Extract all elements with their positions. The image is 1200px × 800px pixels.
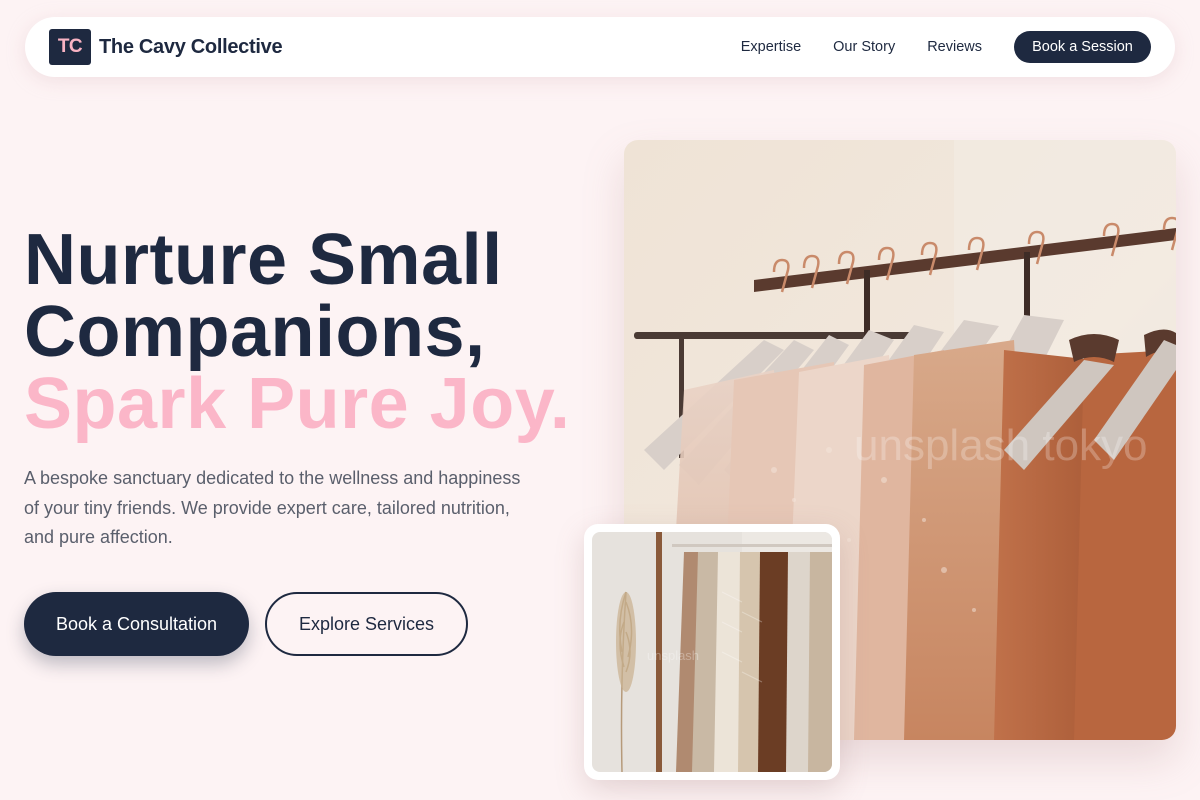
brand-logo: TC [49,29,91,65]
hero-title: Nurture Small Companions, Spark Pure Joy… [24,224,570,440]
explore-services-button[interactable]: Explore Services [265,592,468,656]
nav-link-our-story[interactable]: Our Story [833,39,895,55]
inset-image-wardrobe: unsplash [592,532,832,772]
wardrobe-photo: unsplash [592,532,832,772]
nav-link-reviews[interactable]: Reviews [927,39,982,55]
book-consultation-button[interactable]: Book a Consultation [24,592,249,656]
top-navbar: TC The Cavy Collective Expertise Our Sto… [25,17,1175,77]
inset-image-watermark: unsplash [647,648,699,663]
hero-title-accent: Spark Pure Joy. [24,364,571,444]
nav-links: Expertise Our Story Reviews Book a Sessi… [741,31,1151,63]
hero-title-line2: Companions, [24,292,486,372]
hero-description: A bespoke sanctuary dedicated to the wel… [24,468,521,547]
main-image-watermark: unsplash tokyo [854,421,1148,470]
nav-link-expertise[interactable]: Expertise [741,39,801,55]
brand-name: The Cavy Collective [99,35,283,58]
hero-title-line1: Nurture Small [24,220,503,300]
inset-image-card: unsplash [584,524,840,780]
brand[interactable]: TC The Cavy Collective [49,29,283,65]
book-session-button[interactable]: Book a Session [1014,31,1151,63]
